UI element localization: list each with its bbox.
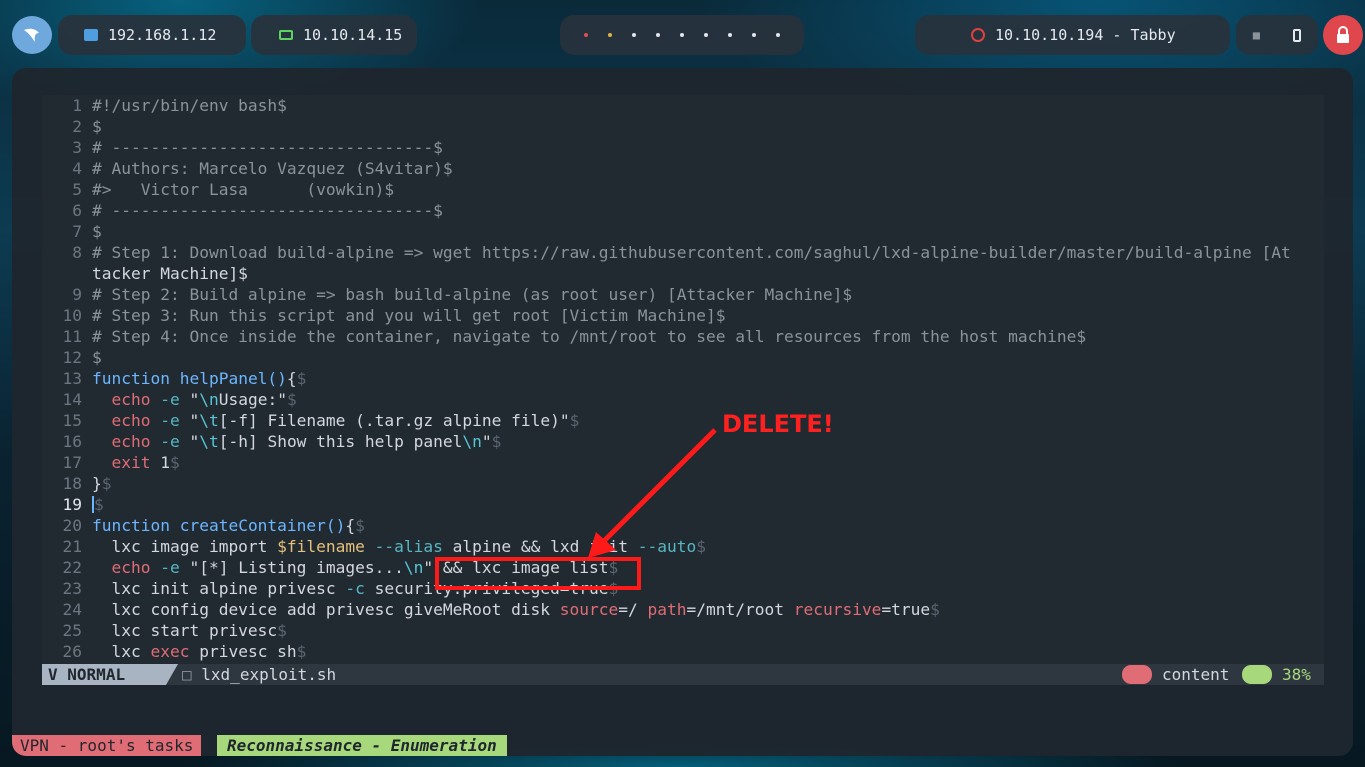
annotation-arrow [588, 428, 717, 558]
